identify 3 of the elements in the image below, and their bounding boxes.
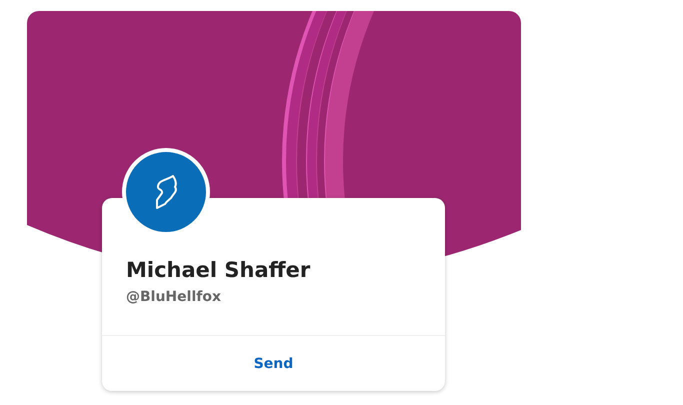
- send-button[interactable]: Send: [238, 336, 310, 391]
- profile-handle: @BluHellfox: [126, 289, 221, 305]
- profile-name: Michael Shaffer: [126, 257, 310, 284]
